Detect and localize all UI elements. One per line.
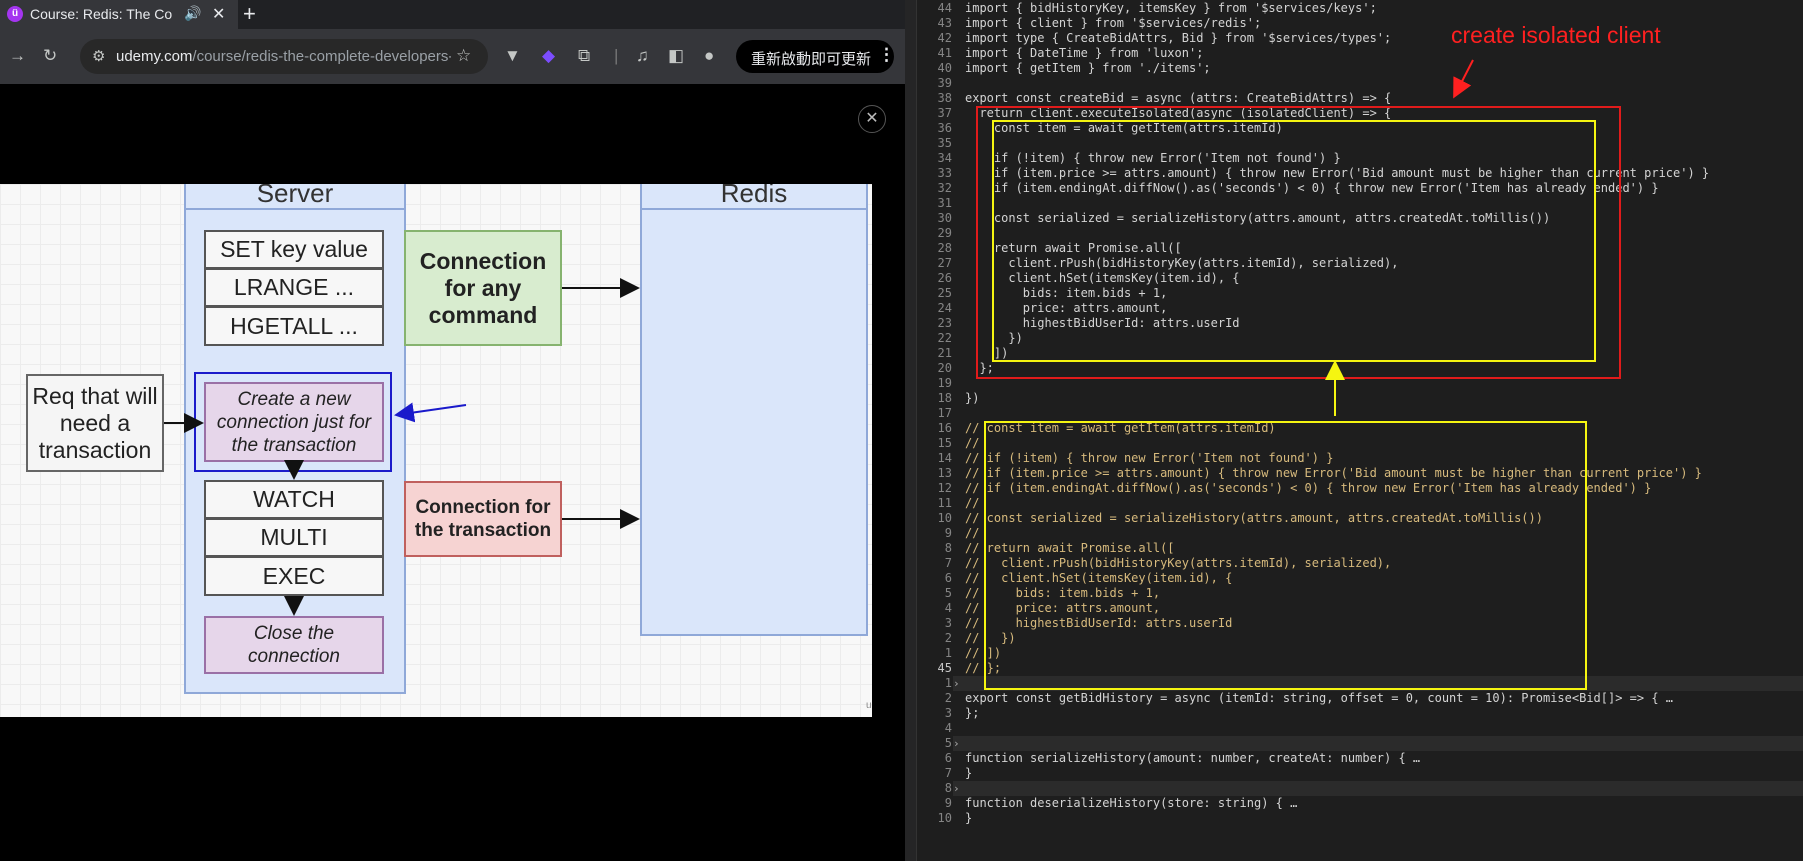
tab-bar: ü Course: Redis: The Co 🔊 ✕ + bbox=[0, 0, 905, 29]
reload-icon[interactable]: ↻ bbox=[43, 46, 57, 66]
forward-icon[interactable]: → bbox=[9, 46, 26, 66]
new-tab-icon[interactable]: + bbox=[243, 2, 256, 26]
extension-v-icon[interactable]: ▼ bbox=[504, 46, 521, 66]
browser-toolbar: → ↻ ⚙ udemy.com/course/redis-the-complet… bbox=[0, 29, 905, 84]
extension-shield-icon[interactable]: ◆ bbox=[542, 46, 555, 66]
annotation-overlay bbox=[976, 59, 1621, 690]
audio-icon[interactable]: 🔊 bbox=[184, 5, 201, 22]
extensions-puzzle-icon[interactable]: ⧉ bbox=[578, 46, 590, 66]
site-info-icon[interactable]: ⚙ bbox=[92, 47, 105, 65]
update-button[interactable]: 重新啟動即可更新 ⋮ bbox=[736, 40, 895, 73]
tab-title: Course: Redis: The Co bbox=[30, 6, 173, 22]
menu-dots-icon[interactable]: ⋮ bbox=[878, 45, 895, 65]
annotation-label: create isolated client bbox=[1451, 22, 1661, 48]
diagram-arrows bbox=[164, 278, 640, 616]
close-overlay-icon[interactable]: ✕ bbox=[858, 105, 886, 133]
close-tab-icon[interactable]: ✕ bbox=[212, 4, 225, 24]
udemy-favicon-icon: ü bbox=[7, 6, 23, 22]
profile-avatar-icon[interactable]: ● bbox=[704, 46, 714, 66]
browser-window: ü Course: Redis: The Co 🔊 ✕ + → ↻ ⚙ udem… bbox=[0, 0, 905, 861]
address-bar[interactable]: ⚙ udemy.com/course/redis-the-complete-de… bbox=[80, 39, 488, 74]
bookmark-star-icon[interactable]: ☆ bbox=[456, 46, 471, 66]
url-text: udemy.com/course/redis-the-complete-deve… bbox=[116, 48, 451, 65]
media-control-icon[interactable]: ♫ bbox=[636, 46, 649, 66]
browser-tab[interactable]: ü Course: Redis: The Co 🔊 ✕ bbox=[0, 0, 238, 29]
udemy-watermark: udemy bbox=[866, 700, 872, 711]
update-label: 重新啟動即可更新 bbox=[751, 51, 872, 68]
code-editor[interactable]: 44 import { bidHistoryKey, itemsKey } fro… bbox=[905, 0, 1803, 861]
side-panel-icon[interactable]: ◧ bbox=[668, 46, 684, 66]
toolbar-divider: | bbox=[614, 46, 619, 65]
video-player[interactable]: Server Redis SET key value LRANGE ... HG… bbox=[0, 184, 872, 717]
